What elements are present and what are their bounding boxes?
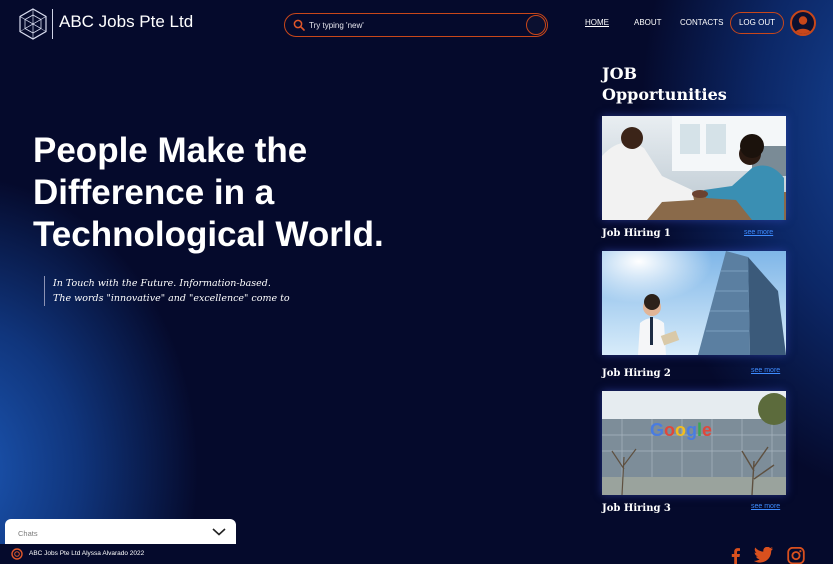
hero-quote-line: In Touch with the Future. Information-ba… (53, 278, 271, 289)
hero-title-line: People Make the (33, 131, 308, 170)
avatar-silhouette-icon (794, 16, 812, 34)
chats-widget[interactable]: Chats (5, 519, 236, 545)
job-title: Job Hiring 2 (602, 368, 671, 379)
twitter-icon[interactable] (754, 547, 774, 564)
svg-text:Google: Google (650, 420, 712, 440)
jobs-heading: JOB Opportunities (602, 63, 742, 105)
instagram-icon[interactable] (787, 547, 805, 564)
chats-label: Chats (18, 529, 38, 538)
see-more-link[interactable]: see more (744, 229, 773, 236)
footer: ABC Jobs Pte Ltd Alyssa Alvarado 2022 (0, 544, 833, 564)
job-image-handshake[interactable] (602, 116, 786, 220)
footer-logo-icon (11, 548, 23, 560)
brand-name[interactable]: ABC Jobs Pte Ltd (59, 12, 193, 32)
jobs-heading-line: JOB (602, 64, 638, 83)
top-navbar: ABC Jobs Pte Ltd HOME ABOUT CONTACTS LOG… (0, 0, 833, 48)
job-title: Job Hiring 1 (602, 228, 671, 239)
job-title: Job Hiring 3 (602, 503, 671, 514)
job-image-google-office[interactable]: Google (602, 391, 786, 495)
logo-divider (52, 9, 53, 39)
nav-home-link[interactable]: HOME (585, 18, 609, 27)
logout-button[interactable]: LOG OUT (730, 12, 784, 34)
hero-quote-line: The words "innovative" and "excellence" … (53, 293, 290, 304)
nav-about-link[interactable]: ABOUT (634, 18, 662, 27)
hero-title: People Make the Difference in a Technolo… (33, 130, 453, 256)
hero-title-line: Technological World. (33, 215, 384, 254)
hero-quote: In Touch with the Future. Information-ba… (44, 276, 344, 306)
hero-title-line: Difference in a (33, 173, 275, 212)
user-avatar-icon[interactable] (790, 10, 816, 36)
job-image-skyscraper[interactable] (602, 251, 786, 355)
chevron-down-icon[interactable] (212, 528, 226, 536)
jobs-heading-line: Opportunities (602, 85, 727, 104)
search-input[interactable] (309, 17, 519, 33)
search-submit-button[interactable] (526, 15, 546, 35)
see-more-link[interactable]: see more (751, 367, 780, 374)
facebook-icon[interactable] (727, 547, 745, 564)
search-icon (293, 19, 305, 31)
see-more-link[interactable]: see more (751, 503, 780, 510)
footer-copyright: ABC Jobs Pte Ltd Alyssa Alvarado 2022 (29, 550, 145, 557)
search-bar (284, 13, 548, 37)
nav-contacts-link[interactable]: CONTACTS (680, 18, 723, 27)
geometric-logo-icon[interactable] (17, 8, 49, 40)
